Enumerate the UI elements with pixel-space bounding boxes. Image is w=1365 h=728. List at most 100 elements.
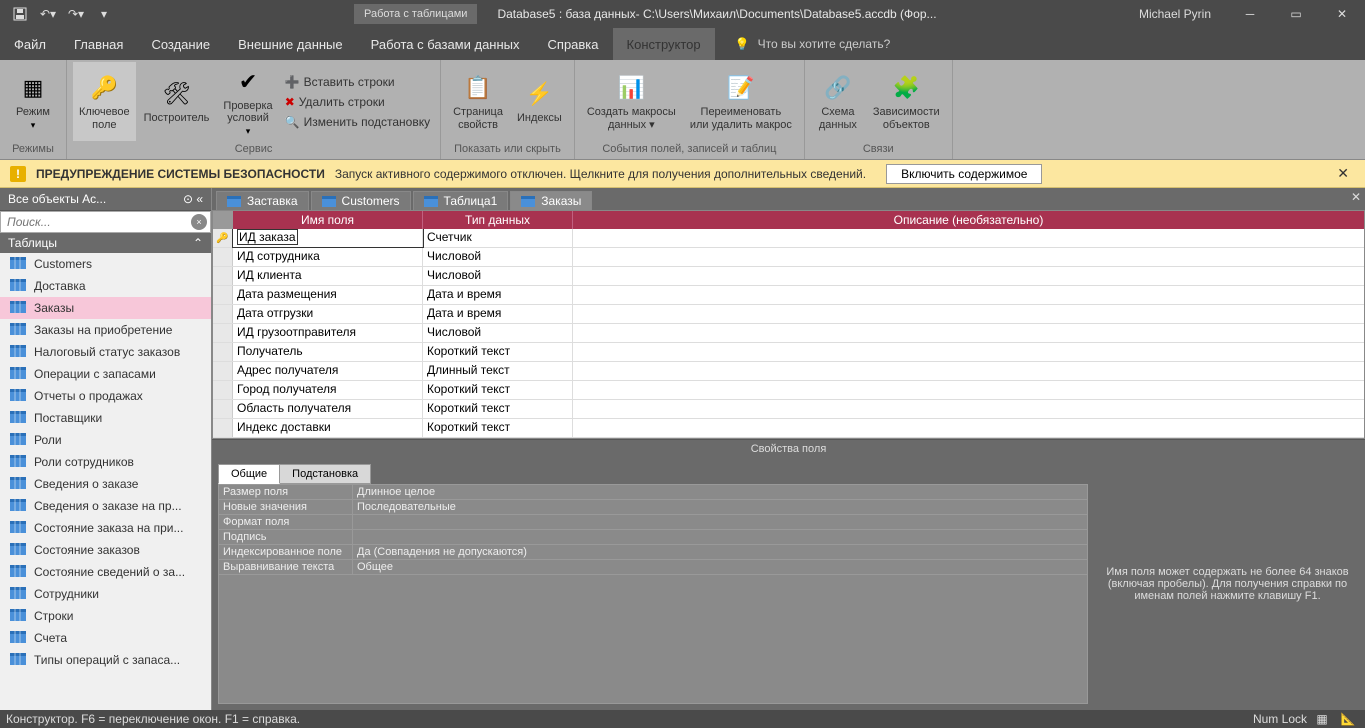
field-type-cell[interactable]: Короткий текст — [423, 400, 573, 418]
field-name-cell[interactable]: ИД грузоотправителя — [233, 324, 423, 342]
field-properties-grid[interactable]: Размер поляДлинное целоеНовые значенияПо… — [218, 484, 1088, 704]
field-desc-cell[interactable] — [573, 381, 1364, 399]
property-row[interactable]: Индексированное полеДа (Совпадения не до… — [219, 545, 1087, 560]
field-type-cell[interactable]: Счетчик — [423, 229, 573, 247]
field-type-cell[interactable]: Короткий текст — [423, 419, 573, 437]
maximize-button[interactable]: ▭ — [1273, 0, 1319, 28]
search-input[interactable] — [1, 212, 191, 232]
nav-item[interactable]: Состояние заказа на при... — [0, 517, 211, 539]
builder-button[interactable]: 🛠 Построитель — [138, 62, 216, 141]
field-name-cell[interactable]: Дата размещения — [233, 286, 423, 304]
field-name-cell[interactable]: Получатель — [233, 343, 423, 361]
property-row[interactable]: Выравнивание текстаОбщее — [219, 560, 1087, 575]
nav-item[interactable]: Типы операций с запаса... — [0, 649, 211, 671]
user-name[interactable]: Michael Pyrin — [1139, 7, 1211, 21]
tab-external-data[interactable]: Внешние данные — [224, 28, 357, 60]
nav-item[interactable]: Состояние заказов — [0, 539, 211, 561]
qat-customize-icon[interactable]: ▾ — [92, 3, 116, 25]
field-row[interactable]: ИД клиентаЧисловой — [213, 267, 1364, 286]
property-row[interactable]: Подпись — [219, 530, 1087, 545]
field-type-cell[interactable]: Дата и время — [423, 305, 573, 323]
tab-help[interactable]: Справка — [534, 28, 613, 60]
tell-me-search[interactable]: 💡 Что вы хотите сделать? — [735, 28, 891, 60]
field-desc-cell[interactable] — [573, 286, 1364, 304]
nav-item[interactable]: Customers — [0, 253, 211, 275]
nav-item[interactable]: Налоговый статус заказов — [0, 341, 211, 363]
field-row[interactable]: 🔑ИД заказаСчетчик — [213, 229, 1364, 248]
field-desc-cell[interactable] — [573, 362, 1364, 380]
field-type-cell[interactable]: Числовой — [423, 248, 573, 266]
nav-item[interactable]: Состояние сведений о за... — [0, 561, 211, 583]
field-type-cell[interactable]: Короткий текст — [423, 381, 573, 399]
nav-item[interactable]: Роли — [0, 429, 211, 451]
document-tab[interactable]: Customers — [311, 191, 411, 210]
property-row[interactable]: Формат поля — [219, 515, 1087, 530]
doc-tab-close-button[interactable]: ✕ — [1351, 190, 1361, 204]
nav-search[interactable]: × — [0, 211, 211, 233]
nav-item[interactable]: Сведения о заказе на пр... — [0, 495, 211, 517]
field-desc-cell[interactable] — [573, 324, 1364, 342]
security-close-button[interactable]: ✕ — [1331, 165, 1355, 182]
field-row[interactable]: Индекс доставкиКороткий текст — [213, 419, 1364, 438]
field-name-cell[interactable]: ИД заказа — [233, 229, 423, 247]
field-row[interactable]: ИД сотрудникаЧисловой — [213, 248, 1364, 267]
field-desc-cell[interactable] — [573, 267, 1364, 285]
nav-item[interactable]: Сведения о заказе — [0, 473, 211, 495]
field-name-cell[interactable]: Область получателя — [233, 400, 423, 418]
redo-icon[interactable]: ↷▾ — [64, 3, 88, 25]
tab-file[interactable]: Файл — [0, 28, 60, 60]
field-name-cell[interactable]: Индекс доставки — [233, 419, 423, 437]
field-desc-cell[interactable] — [573, 419, 1364, 437]
modify-lookup-button[interactable]: 🔍Изменить подстановку — [281, 113, 434, 131]
field-name-cell[interactable]: ИД клиента — [233, 267, 423, 285]
nav-pane-header[interactable]: Все объекты Ас... ⊙ « — [0, 188, 211, 211]
nav-item[interactable]: Сотрудники — [0, 583, 211, 605]
field-desc-cell[interactable] — [573, 343, 1364, 361]
field-row[interactable]: Город получателяКороткий текст — [213, 381, 1364, 400]
document-tab[interactable]: Таблица1 — [413, 191, 509, 210]
nav-item[interactable]: Заказы — [0, 297, 211, 319]
collapse-icon[interactable]: ⊙ « — [183, 192, 203, 206]
save-icon[interactable] — [8, 3, 32, 25]
property-row[interactable]: Размер поляДлинное целое — [219, 485, 1087, 500]
field-type-cell[interactable]: Короткий текст — [423, 343, 573, 361]
field-name-cell[interactable]: Адрес получателя — [233, 362, 423, 380]
indexes-button[interactable]: ⚡ Индексы — [511, 62, 568, 141]
property-sheet-button[interactable]: 📋 Страница свойств — [447, 62, 509, 141]
field-type-cell[interactable]: Числовой — [423, 267, 573, 285]
field-desc-cell[interactable] — [573, 305, 1364, 323]
tab-design[interactable]: Конструктор — [613, 28, 715, 60]
nav-item[interactable]: Доставка — [0, 275, 211, 297]
nav-item[interactable]: Строки — [0, 605, 211, 627]
field-row[interactable]: Дата размещенияДата и время — [213, 286, 1364, 305]
nav-item[interactable]: Роли сотрудников — [0, 451, 211, 473]
field-type-cell[interactable]: Дата и время — [423, 286, 573, 304]
property-row[interactable]: Новые значенияПоследовательные — [219, 500, 1087, 515]
props-tab-general[interactable]: Общие — [218, 464, 280, 484]
field-type-cell[interactable]: Числовой — [423, 324, 573, 342]
props-tab-lookup[interactable]: Подстановка — [279, 464, 371, 484]
field-row[interactable]: Адрес получателяДлинный текст — [213, 362, 1364, 381]
nav-item[interactable]: Поставщики — [0, 407, 211, 429]
nav-item[interactable]: Заказы на приобретение — [0, 319, 211, 341]
document-tab[interactable]: Заказы — [510, 191, 592, 210]
validation-button[interactable]: ✔ Проверка условий▾ — [217, 62, 278, 141]
nav-item[interactable]: Отчеты о продажах — [0, 385, 211, 407]
tab-database-tools[interactable]: Работа с базами данных — [357, 28, 534, 60]
field-desc-cell[interactable] — [573, 400, 1364, 418]
clear-search-icon[interactable]: × — [191, 214, 207, 230]
datasheet-view-button[interactable]: ▦ — [1311, 711, 1333, 727]
field-row[interactable]: Область получателяКороткий текст — [213, 400, 1364, 419]
field-row[interactable]: ИД грузоотправителяЧисловой — [213, 324, 1364, 343]
rename-delete-macro-button[interactable]: 📝 Переименовать или удалить макрос — [684, 62, 798, 141]
undo-icon[interactable]: ↶▾ — [36, 3, 60, 25]
field-name-cell[interactable]: Город получателя — [233, 381, 423, 399]
primary-key-button[interactable]: 🔑 Ключевое поле — [73, 62, 136, 141]
view-button[interactable]: ▦ Режим▾ — [6, 62, 60, 141]
field-row[interactable]: ПолучательКороткий текст — [213, 343, 1364, 362]
nav-group-tables[interactable]: Таблицы⌃ — [0, 233, 211, 253]
field-name-cell[interactable]: Дата отгрузки — [233, 305, 423, 323]
field-desc-cell[interactable] — [573, 229, 1364, 247]
field-name-cell[interactable]: ИД сотрудника — [233, 248, 423, 266]
close-button[interactable]: ✕ — [1319, 0, 1365, 28]
